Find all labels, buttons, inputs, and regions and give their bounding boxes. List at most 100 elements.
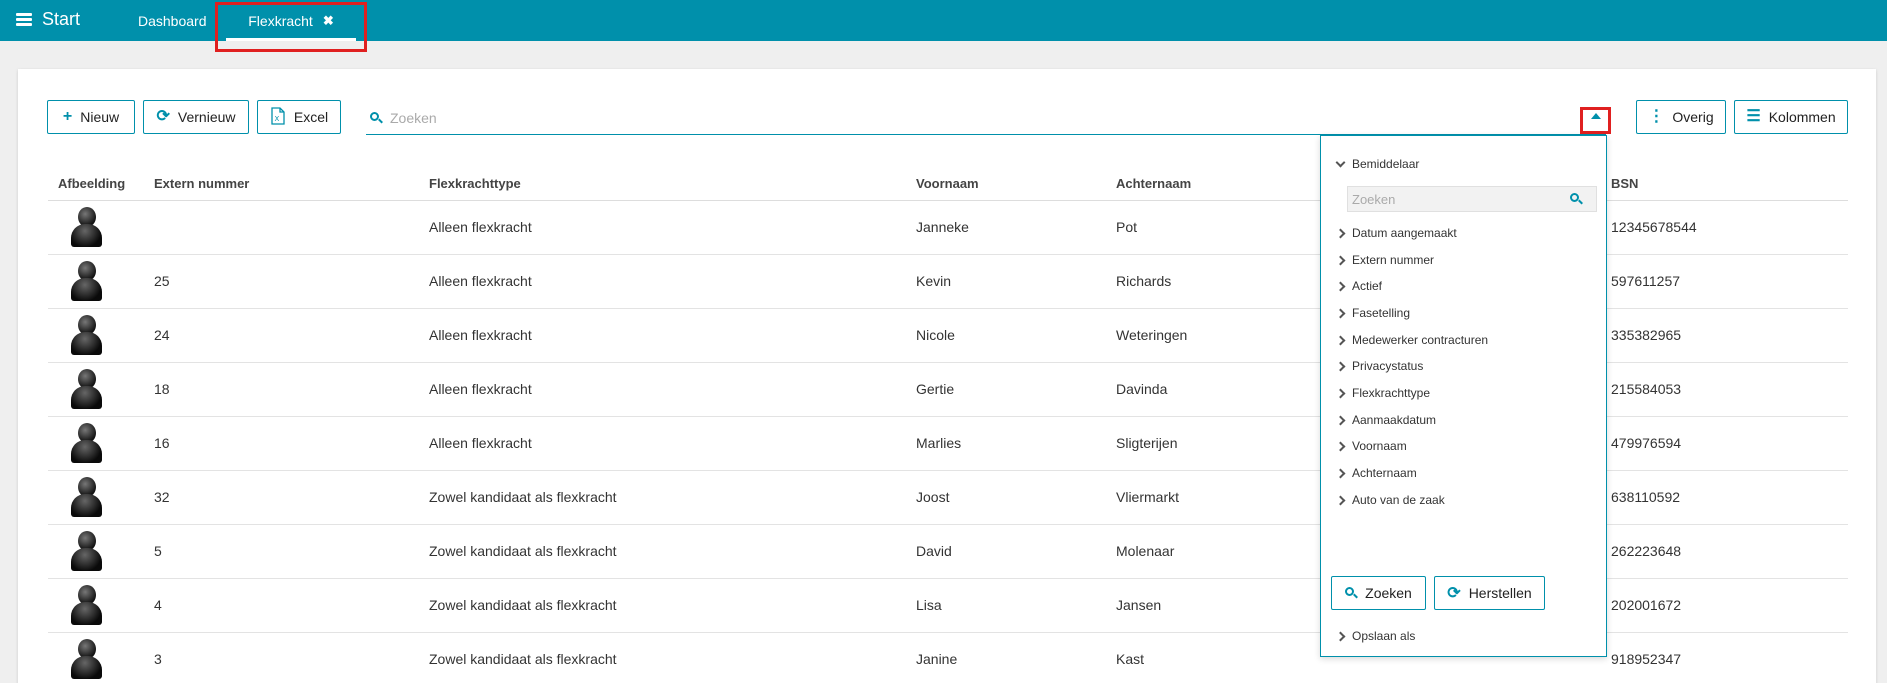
cell-bsn: 479976594 — [1601, 416, 1848, 471]
cell-bsn: 918952347 — [1601, 632, 1848, 683]
cell-flexkrachttype: Alleen flexkracht — [419, 362, 906, 417]
cell-flexkrachttype: Zowel kandidaat als flexkracht — [419, 524, 906, 579]
person-silhouette-icon — [70, 477, 102, 517]
person-silhouette-icon — [70, 423, 102, 463]
cell-voornaam: Janine — [906, 632, 1106, 683]
filter-item[interactable]: Actief — [1335, 279, 1382, 293]
filter-item[interactable]: Fasetelling — [1335, 306, 1410, 320]
filter-bemiddelaar[interactable]: Bemiddelaar — [1335, 157, 1419, 171]
column-header-bsn[interactable]: BSN — [1601, 168, 1848, 201]
filter-item[interactable]: Flexkrachttype — [1335, 386, 1431, 400]
filter-item[interactable]: Datum aangemaakt — [1335, 226, 1457, 240]
filter-item[interactable]: Privacystatus — [1335, 359, 1424, 373]
columns-button[interactable]: ☰ Kolommen — [1734, 100, 1848, 134]
cell-bsn: 597611257 — [1601, 254, 1848, 309]
cell-voornaam: Kevin — [906, 254, 1106, 309]
person-silhouette-icon — [70, 315, 102, 355]
save-as-label: Opslaan als — [1352, 629, 1416, 643]
refresh-button-label: Vernieuw — [177, 109, 236, 125]
search-bar — [366, 101, 1606, 135]
filter-item[interactable]: Extern nummer — [1335, 253, 1434, 267]
chevron-right-icon — [1335, 388, 1346, 398]
filter-item[interactable]: Achternaam — [1335, 466, 1417, 480]
refresh-icon: ⟳ — [156, 108, 170, 125]
svg-text:X: X — [274, 115, 279, 123]
tab-flexkracht-label: Flexkracht — [248, 12, 313, 29]
filter-label: Flexkrachttype — [1352, 386, 1431, 400]
cell-flexkrachttype: Zowel kandidaat als flexkracht — [419, 470, 906, 525]
cell-voornaam: Lisa — [906, 578, 1106, 633]
other-button-label: Overig — [1672, 109, 1714, 125]
plus-icon: + — [62, 108, 73, 125]
filter-label: Aanmaakdatum — [1352, 413, 1437, 427]
chevron-right-icon — [1335, 495, 1346, 505]
search-icon[interactable] — [1570, 193, 1583, 205]
excel-button[interactable]: X Excel — [257, 100, 341, 134]
filter-item[interactable]: Medewerker contracturen — [1335, 333, 1489, 347]
cell-bsn: 335382965 — [1601, 308, 1848, 363]
refresh-icon: ⟳ — [1447, 585, 1461, 602]
excel-button-label: Excel — [293, 109, 329, 125]
filter-label: Datum aangemaakt — [1352, 226, 1457, 240]
column-header-extern-nummer[interactable]: Extern nummer — [144, 168, 419, 201]
chevron-right-icon — [1335, 281, 1346, 291]
filter-search-box — [1347, 186, 1597, 212]
cell-flexkrachttype: Alleen flexkracht — [419, 308, 906, 363]
chevron-right-icon — [1335, 255, 1346, 265]
person-silhouette-icon — [70, 531, 102, 571]
refresh-button[interactable]: ⟳ Vernieuw — [143, 100, 249, 134]
cell-voornaam: Gertie — [906, 362, 1106, 417]
filter-search-button[interactable]: Zoeken — [1331, 576, 1426, 610]
filter-label: Voornaam — [1352, 439, 1407, 453]
other-button[interactable]: ⋮ Overig — [1636, 100, 1726, 134]
chevron-right-icon — [1335, 415, 1346, 425]
filter-item[interactable]: Voornaam — [1335, 439, 1407, 453]
filter-label: Privacystatus — [1352, 359, 1424, 373]
cell-extern-nummer: 25 — [144, 254, 419, 309]
filter-search-input[interactable] — [1348, 191, 1566, 207]
column-header-afbeelding[interactable]: Afbeelding — [48, 168, 144, 201]
vertical-dots-icon: ⋮ — [1648, 108, 1665, 125]
tab-flexkracht[interactable]: Flexkracht ✖ — [226, 0, 356, 41]
cell-bsn: 12345678544 — [1601, 200, 1848, 255]
search-input[interactable] — [390, 109, 1290, 126]
cell-extern-nummer: 32 — [144, 470, 419, 525]
column-header-voornaam[interactable]: Voornaam — [906, 168, 1106, 201]
cell-extern-nummer: 18 — [144, 362, 419, 417]
new-button-label: Nieuw — [80, 109, 120, 125]
cell-bsn: 202001672 — [1601, 578, 1848, 633]
chevron-right-icon — [1335, 468, 1346, 478]
columns-button-label: Kolommen — [1768, 109, 1836, 125]
cell-bsn: 638110592 — [1601, 470, 1848, 525]
start-label: Start — [42, 9, 81, 29]
hamburger-icon — [16, 13, 32, 26]
person-silhouette-icon — [70, 585, 102, 625]
filter-toggle-button[interactable] — [1587, 107, 1605, 125]
cell-extern-nummer: 4 — [144, 578, 419, 633]
cell-extern-nummer: 3 — [144, 632, 419, 683]
cell-flexkrachttype: Zowel kandidaat als flexkracht — [419, 632, 906, 683]
save-as-item[interactable]: Opslaan als — [1335, 629, 1416, 643]
tab-dashboard[interactable]: Dashboard — [138, 0, 207, 41]
filter-reset-button[interactable]: ⟳ Herstellen — [1434, 576, 1545, 610]
filter-item[interactable]: Aanmaakdatum — [1335, 413, 1437, 427]
close-icon[interactable]: ✖ — [323, 13, 334, 29]
chevron-right-icon — [1335, 631, 1346, 641]
column-header-flexkrachttype[interactable]: Flexkrachttype — [419, 168, 906, 201]
caret-up-icon — [1591, 113, 1601, 119]
cell-bsn: 215584053 — [1601, 362, 1848, 417]
cell-extern-nummer: 16 — [144, 416, 419, 471]
cell-flexkrachttype: Alleen flexkracht — [419, 254, 906, 309]
filter-item[interactable]: Auto van de zaak — [1335, 493, 1445, 507]
filter-label: Auto van de zaak — [1352, 493, 1445, 507]
new-button[interactable]: + Nieuw — [47, 100, 135, 134]
person-silhouette-icon — [70, 207, 102, 247]
chevron-right-icon — [1335, 335, 1346, 345]
cell-extern-nummer: 24 — [144, 308, 419, 363]
active-tab-indicator — [226, 38, 356, 41]
filter-label: Medewerker contracturen — [1352, 333, 1489, 347]
filter-reset-button-label: Herstellen — [1468, 585, 1532, 601]
cell-extern-nummer: 5 — [144, 524, 419, 579]
person-silhouette-icon — [70, 639, 102, 679]
start-menu-button[interactable]: Start — [16, 9, 80, 30]
